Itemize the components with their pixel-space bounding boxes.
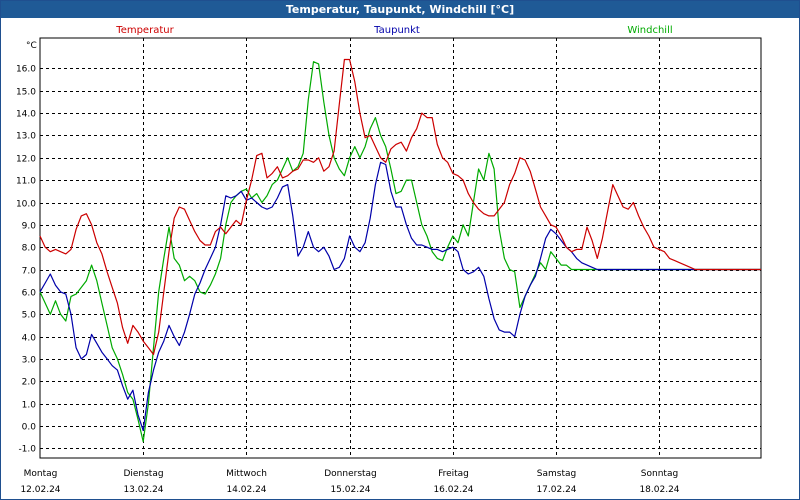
x-tick-date: 15.02.24: [330, 485, 370, 495]
y-tick-label: 1.0: [22, 401, 37, 411]
x-tick-date: 16.02.24: [433, 485, 473, 495]
y-tick-label: 13.0: [16, 132, 36, 142]
y-axis-label: °C: [26, 41, 37, 51]
series-line-taupunkt: [39, 161, 761, 432]
x-tick-date: 14.02.24: [226, 485, 266, 495]
y-tick-label: 6.0: [22, 289, 37, 299]
y-tick-label: 8.0: [22, 244, 37, 254]
y-tick-label: 12.0: [16, 155, 36, 165]
x-tick-day: Sonntag: [641, 469, 678, 479]
x-tick-day: Montag: [24, 469, 58, 479]
y-tick-label: 5.0: [22, 311, 37, 321]
y-tick-label: -1.0: [18, 445, 36, 455]
x-tick-date: 13.02.24: [123, 485, 163, 495]
y-tick-label: 3.0: [22, 356, 37, 366]
y-tick-label: 4.0: [22, 334, 37, 344]
y-tick-label: 10.0: [16, 200, 36, 210]
y-tick-label: 2.0: [22, 378, 37, 388]
x-tick-date: 17.02.24: [536, 485, 576, 495]
x-tick-date: 18.02.24: [639, 485, 679, 495]
x-tick-day: Donnerstag: [324, 469, 377, 479]
y-tick-label: 14.0: [16, 110, 36, 120]
legend-item: Windchill: [627, 25, 672, 36]
y-tick-label: 16.0: [16, 65, 36, 75]
chart-svg: -1.0 0.0 1.0 2.0 3.0 4.0 5.0 6.0 7.0 8.0 9.0 10.0 11…: [16, 25, 762, 495]
x-tick-date: 12.02.24: [20, 485, 60, 495]
legend-item: Temperatur: [115, 25, 174, 36]
y-tick-label: 0.0: [22, 423, 37, 433]
y-tick-label: 15.0: [16, 88, 36, 98]
x-tick-day: Samstag: [537, 469, 576, 479]
y-tick-label: 11.0: [16, 177, 36, 187]
x-tick-day: Dienstag: [123, 469, 163, 479]
y-tick-label: 9.0: [22, 222, 37, 232]
x-tick-day: Freitag: [438, 469, 469, 479]
legend-item: Taupunkt: [373, 25, 420, 36]
x-tick-day: Mittwoch: [226, 469, 267, 479]
y-tick-label: 7.0: [22, 267, 37, 277]
series-line-windchill: [39, 61, 761, 443]
